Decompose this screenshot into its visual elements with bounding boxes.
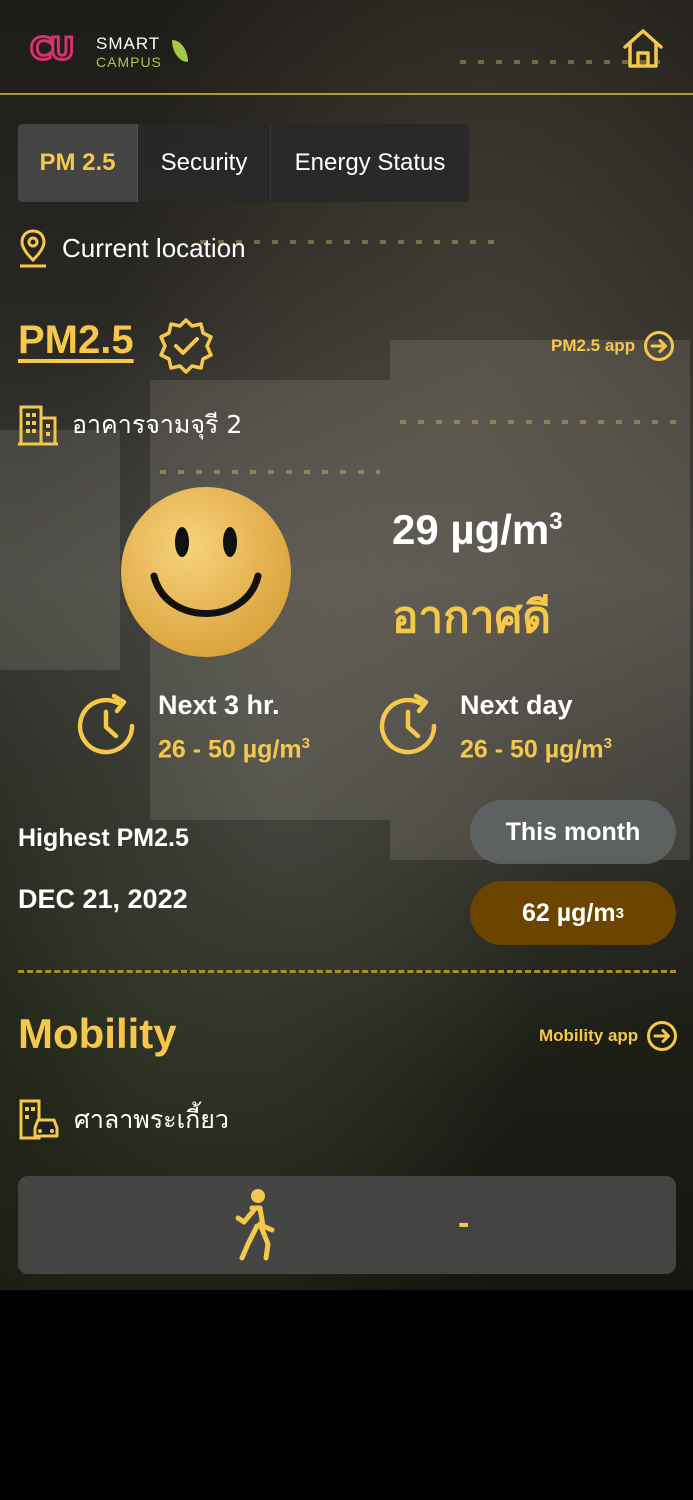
mobility-location: ศาลาพระเกี้ยว — [18, 1098, 229, 1142]
mobility-location-name: ศาลาพระเกี้ยว — [74, 1105, 229, 1134]
pm25-building: อาคารจามจุรี 2 — [18, 404, 242, 446]
pm25-unit-exponent: 3 — [549, 508, 563, 535]
forecast-range: 26 - 50 µg/m3 — [460, 735, 612, 764]
arrow-circle-right-icon — [644, 331, 675, 361]
tab-security[interactable]: Security — [138, 124, 271, 202]
top-bar: CU SMART CAMPUS — [0, 0, 693, 95]
highest-pm25-label: Highest PM2.5 — [18, 824, 189, 852]
section-divider — [18, 970, 676, 973]
building-icon — [18, 405, 58, 446]
building-car-icon — [19, 1099, 59, 1140]
pm25-value-text: 29 µg/m — [392, 506, 550, 553]
verified-badge-icon — [159, 318, 213, 374]
pm25-building-name: อาคารจามจุรี 2 — [72, 410, 243, 439]
forecast-next-3hr: Next 3 hr. 26 - 50 µg/m3 — [70, 690, 310, 764]
walking-status-card[interactable]: - — [18, 1176, 676, 1274]
tab-pm25[interactable]: PM 2.5 — [18, 124, 138, 202]
category-tabs: PM 2.5 Security Energy Status — [18, 124, 469, 202]
mobility-app-label: Mobility app — [539, 1026, 639, 1045]
air-quality-status: อากาศดี — [392, 592, 551, 643]
current-location-label: Current location — [62, 232, 246, 263]
home-icon[interactable] — [621, 26, 665, 70]
forecast-unit-exponent: 3 — [603, 735, 612, 752]
mobility-app-link[interactable]: Mobility app — [539, 1020, 678, 1052]
background-windows — [400, 420, 680, 424]
leaf-icon — [172, 40, 188, 62]
tab-energy-status[interactable]: Energy Status — [271, 124, 469, 202]
pm25-current-value: 29 µg/m3 — [392, 506, 563, 554]
forecast-unit-exponent: 3 — [301, 735, 310, 752]
background-building — [0, 430, 120, 670]
forecast-next-day: Next day 26 - 50 µg/m3 — [372, 690, 612, 764]
clock-refresh-icon — [379, 693, 437, 755]
logo-campus-text: CAMPUS — [96, 54, 162, 70]
clock-refresh-icon — [77, 693, 135, 755]
highest-pm25-value: 62 µg/m 3 — [470, 881, 676, 945]
forecast-range-text: 26 - 50 µg/m — [460, 735, 604, 764]
highest-pm25-date: DEC 21, 2022 — [18, 884, 188, 914]
forecast-text: Next day 26 - 50 µg/m3 — [460, 690, 612, 764]
mobility-title: Mobility — [18, 1010, 177, 1057]
pm25-app-label: PM2.5 app — [551, 336, 636, 355]
cu-smart-campus-logo[interactable]: CU SMART CAMPUS — [28, 30, 210, 74]
forecast-range: 26 - 50 µg/m3 — [158, 735, 310, 764]
arrow-circle-right-icon — [647, 1021, 678, 1051]
logo-smart-text: SMART — [96, 34, 161, 53]
period-selector-button[interactable]: This month — [470, 800, 676, 864]
forecast-text: Next 3 hr. 26 - 50 µg/m3 — [158, 690, 310, 764]
logo-cu-text: CU — [28, 31, 75, 69]
app-screen: CU SMART CAMPUS PM 2.5 Security Energy S… — [0, 0, 693, 1290]
walking-person-icon — [235, 1189, 275, 1261]
location-pin-icon — [20, 229, 46, 268]
current-location[interactable]: Current location — [18, 228, 246, 268]
pm25-title[interactable]: PM2.5 — [18, 318, 134, 363]
forecast-range-text: 26 - 50 µg/m — [158, 735, 302, 764]
pm25-app-link[interactable]: PM2.5 app — [551, 330, 675, 362]
forecast-label: Next 3 hr. — [158, 690, 280, 720]
highest-unit-exponent: 3 — [615, 904, 624, 922]
highest-value-text: 62 µg/m — [522, 898, 616, 927]
smiley-face-icon — [121, 487, 291, 657]
background-windows — [160, 470, 380, 474]
forecast-label: Next day — [460, 690, 573, 720]
walking-value: - — [458, 1204, 470, 1242]
